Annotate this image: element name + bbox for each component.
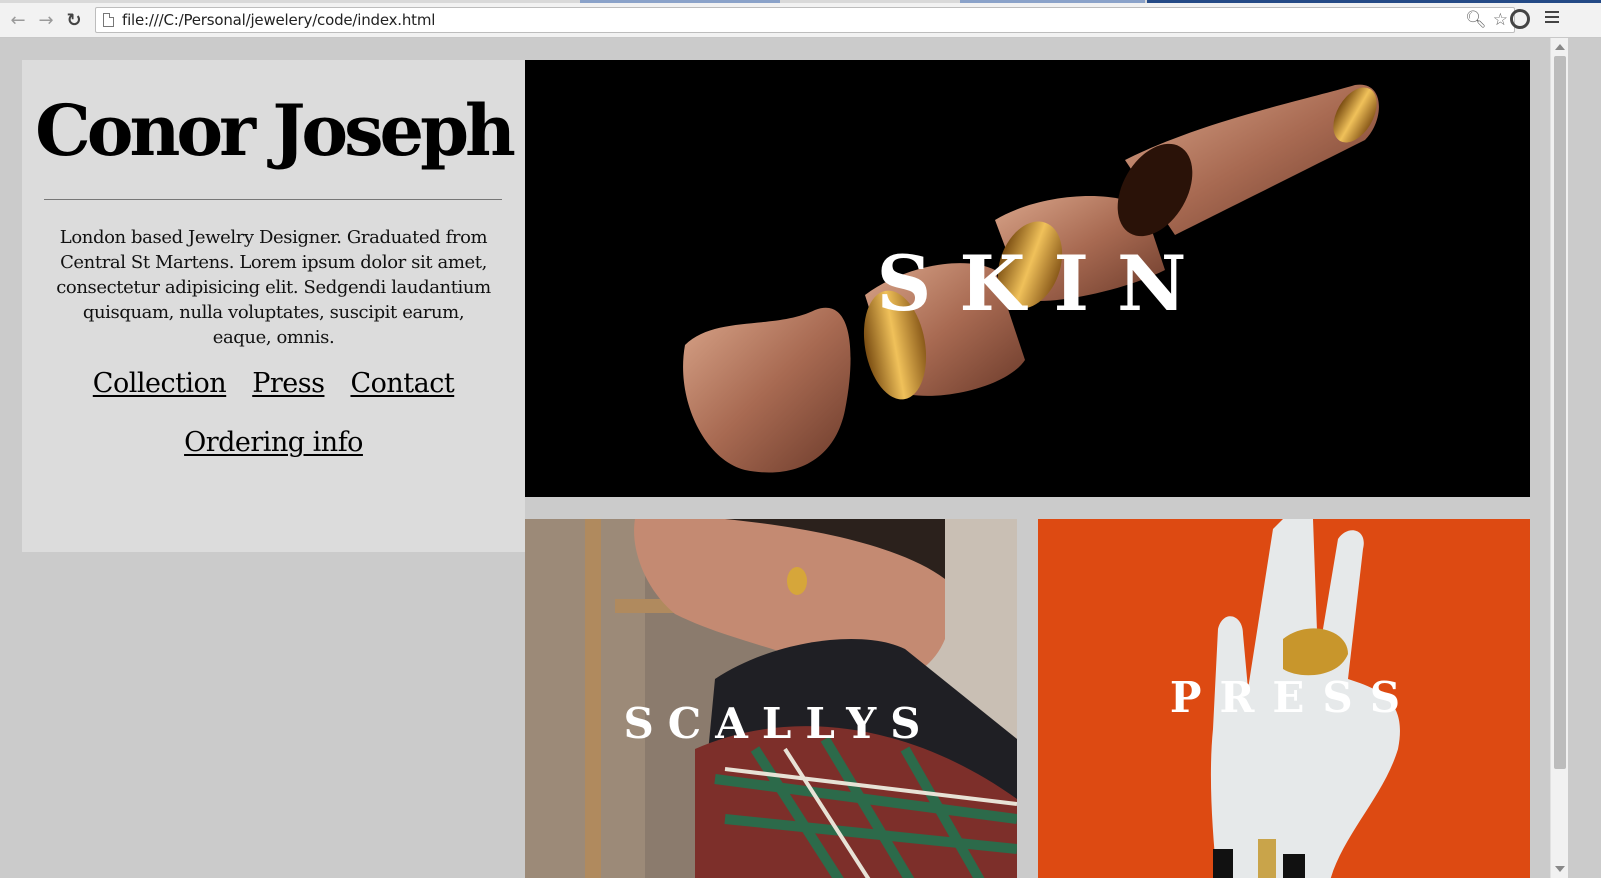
reload-icon[interactable]: ↻ xyxy=(63,9,85,31)
nav-link-contact[interactable]: Contact xyxy=(350,368,454,399)
zoom-icon[interactable]: 🔍︎ xyxy=(1465,10,1487,30)
divider xyxy=(44,199,502,200)
tab-strip xyxy=(0,0,1601,3)
page-viewport: Conor Joseph London based Jewelry Design… xyxy=(0,39,1550,878)
tile-scallys[interactable]: SCALLYS xyxy=(525,519,1017,878)
extension-icon[interactable] xyxy=(1510,9,1530,29)
scroll-up-arrow-icon[interactable] xyxy=(1555,44,1565,50)
bio-text: London based Jewelry Designer. Graduated… xyxy=(56,227,491,348)
url-text[interactable]: file:///C:/Personal/jewelery/code/index.… xyxy=(122,11,435,29)
scroll-thumb[interactable] xyxy=(1554,56,1566,769)
page-icon xyxy=(103,13,114,27)
browser-toolbar: ← → ↻ file:///C:/Personal/jewelery/code/… xyxy=(0,0,1601,38)
designer-name: Conor Joseph xyxy=(35,89,516,172)
star-icon[interactable]: ☆ xyxy=(1493,10,1508,30)
menu-icon[interactable] xyxy=(1545,11,1559,23)
tile-label-scallys: SCALLYS xyxy=(623,698,935,748)
tile-press[interactable]: PRESS xyxy=(1038,519,1530,878)
scrollbar[interactable] xyxy=(1550,38,1568,878)
intro-panel: Conor Joseph London based Jewelry Design… xyxy=(22,60,525,552)
scroll-down-arrow-icon[interactable] xyxy=(1555,866,1565,872)
address-bar[interactable]: file:///C:/Personal/jewelery/code/index.… xyxy=(95,7,1515,33)
tile-skin[interactable]: SKIN xyxy=(525,60,1530,497)
nav-link-press[interactable]: Press xyxy=(252,368,325,399)
nav-link-ordering-info[interactable]: Ordering info xyxy=(184,427,363,458)
nav-link-collection[interactable]: Collection xyxy=(93,368,227,399)
tile-label-skin: SKIN xyxy=(876,239,1215,328)
main-nav: Collection Press Contact Ordering info xyxy=(22,368,525,458)
forward-arrow-icon[interactable]: → xyxy=(35,9,57,31)
tile-label-press: PRESS xyxy=(1169,672,1419,722)
back-arrow-icon[interactable]: ← xyxy=(7,9,29,31)
